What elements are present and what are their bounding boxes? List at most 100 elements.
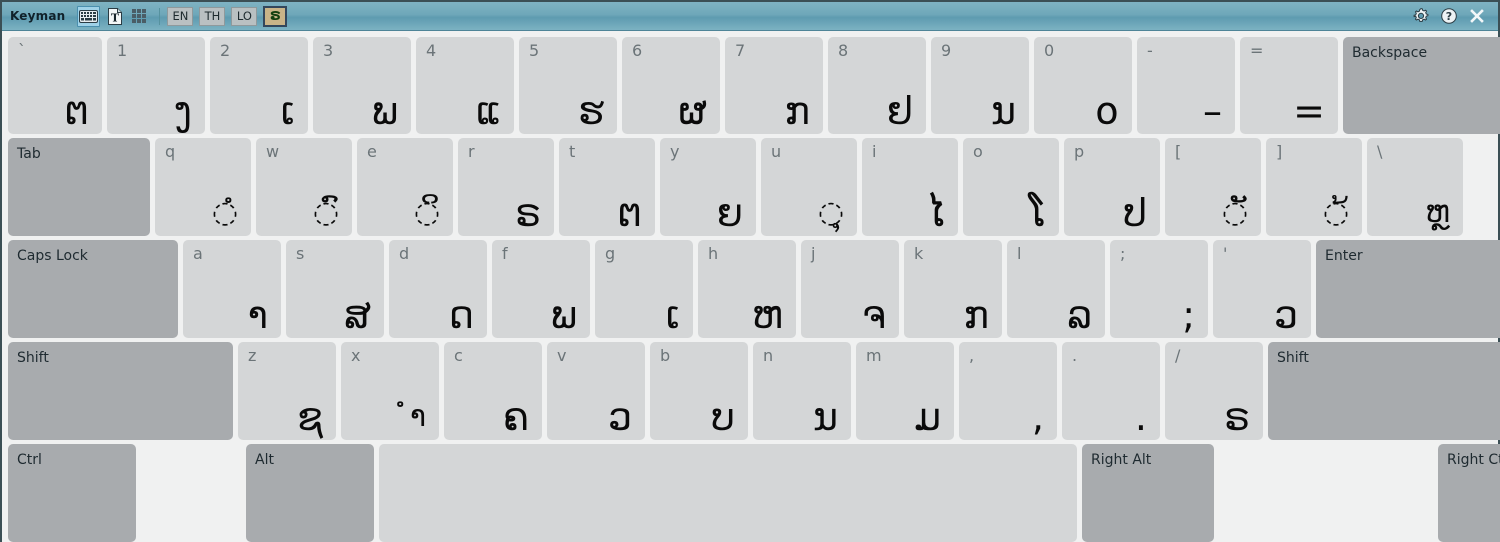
shift-row: Shift z ຊ xໍາ c ຄ v ວ b ບ n ນ m ມ,,.. / ຣ Shift xyxy=(8,342,1500,440)
key-space[interactable]: = = xyxy=(1240,37,1338,134)
key-a[interactable]: aາ xyxy=(183,240,281,338)
key-s[interactable]: sສ xyxy=(286,240,384,338)
key-alt[interactable]: Alt xyxy=(246,444,374,542)
key-5[interactable]: 5ຮ xyxy=(519,37,617,134)
key-output-glyph: ລ xyxy=(1067,293,1092,337)
key-d[interactable]: dດ xyxy=(389,240,487,338)
key-space[interactable]: ` ຕ xyxy=(8,37,102,134)
key-output-glyph: ໂ xyxy=(1028,191,1046,235)
key-x[interactable]: xໍາ xyxy=(341,342,439,440)
key-6[interactable]: 6ຜ xyxy=(622,37,720,134)
key-ctrl[interactable]: Ctrl xyxy=(8,444,136,542)
character-map-icon[interactable] xyxy=(129,6,152,27)
key-shift[interactable]: Shift xyxy=(1268,342,1500,440)
key-q[interactable]: q ◌ໍ xyxy=(155,138,251,236)
key-4[interactable]: 4ແ xyxy=(416,37,514,134)
key-8[interactable]: 8ຢ xyxy=(828,37,926,134)
key-right-ctrl[interactable]: Right Ctrl xyxy=(1438,444,1500,542)
key-right-alt[interactable]: Right Alt xyxy=(1082,444,1214,542)
key-output-glyph: ສ xyxy=(344,293,371,337)
key-output-glyph: ວ xyxy=(607,395,632,439)
key-space[interactable]: .. xyxy=(1062,342,1160,440)
key-z[interactable]: zຊ xyxy=(238,342,336,440)
key-cap-label: z xyxy=(248,346,257,365)
keyman-onscreen-keyboard-window: Keyman T EN TH LO ຣ ? ` ຕ 1 ງ 2 ເ 3 ພ 4 … xyxy=(0,0,1500,542)
key-f[interactable]: fພ xyxy=(492,240,590,338)
key-g[interactable]: gເ xyxy=(595,240,693,338)
key-caps-lock[interactable]: Caps Lock xyxy=(8,240,178,338)
key-output-glyph: . xyxy=(1134,395,1147,439)
key-cap-label: q xyxy=(165,142,176,161)
key-cap-label: j xyxy=(811,244,816,263)
key-r[interactable]: rຣ xyxy=(458,138,554,236)
key-cap-label: ] xyxy=(1276,142,1283,161)
key-e[interactable]: e ◌ິ xyxy=(357,138,453,236)
key-b[interactable]: bບ xyxy=(650,342,748,440)
key-u[interactable]: u ◌ຸ xyxy=(761,138,857,236)
key-output-glyph: ຈ xyxy=(862,293,886,337)
key-cap-label: t xyxy=(569,142,576,161)
key-j[interactable]: jຈ xyxy=(801,240,899,338)
key-space[interactable]: ;; xyxy=(1110,240,1208,338)
key-w[interactable]: w ◌ົ xyxy=(256,138,352,236)
lang-lao-script-button[interactable]: ຣ xyxy=(263,5,288,27)
key-space[interactable]: ] ◌້ xyxy=(1266,138,1362,236)
key-y[interactable]: yຍ xyxy=(660,138,756,236)
key-output-glyph: ໄ xyxy=(926,191,945,235)
key-cap-label: w xyxy=(266,142,280,161)
key-2[interactable]: 2ເ xyxy=(210,37,308,134)
key-v[interactable]: vວ xyxy=(547,342,645,440)
key-cap-label: Ctrl xyxy=(17,452,42,468)
key-m[interactable]: mມ xyxy=(856,342,954,440)
key-i[interactable]: iໄ xyxy=(862,138,958,236)
key-9[interactable]: 9ນ xyxy=(931,37,1029,134)
key-tab[interactable]: Tab xyxy=(8,138,150,236)
key-cap-label: y xyxy=(670,142,680,161)
key-c[interactable]: cຄ xyxy=(444,342,542,440)
text-document-icon[interactable]: T xyxy=(103,6,126,27)
lang-th-button[interactable]: TH xyxy=(199,6,226,26)
key-space[interactable]: / ຣ xyxy=(1165,342,1263,440)
key-h[interactable]: hຫ xyxy=(698,240,796,338)
key-cap-label: ` xyxy=(18,41,26,60)
key-cap-label: x xyxy=(351,346,361,365)
key-1[interactable]: 1ງ xyxy=(107,37,205,134)
key-cap-label: Shift xyxy=(1277,350,1309,366)
key-k[interactable]: kກ xyxy=(904,240,1002,338)
key-p[interactable]: pປ xyxy=(1064,138,1160,236)
key-space[interactable]: ' ວ xyxy=(1213,240,1311,338)
help-button[interactable]: ? xyxy=(1436,4,1462,28)
key-cap-label: Tab xyxy=(17,146,41,162)
key-enter[interactable]: Enter xyxy=(1316,240,1500,338)
key-cap-label: l xyxy=(1017,244,1022,263)
close-button[interactable] xyxy=(1464,4,1490,28)
key-cap-label: 9 xyxy=(941,41,952,60)
key-space[interactable]: \ ຫຼ xyxy=(1367,138,1463,236)
settings-button[interactable] xyxy=(1408,4,1434,28)
key-output-glyph: ຍ xyxy=(716,191,743,235)
key-output-glyph: ຫ xyxy=(751,293,783,337)
key-cap-label: 3 xyxy=(323,41,334,60)
key-t[interactable]: tຕ xyxy=(559,138,655,236)
title-bar: Keyman T EN TH LO ຣ ? xyxy=(2,2,1498,31)
key-space[interactable]: - – xyxy=(1137,37,1235,134)
lang-lo-button[interactable]: LO xyxy=(231,6,258,26)
document-glyph: T xyxy=(107,7,122,25)
key-n[interactable]: nນ xyxy=(753,342,851,440)
key-cap-label: = xyxy=(1250,41,1264,60)
key-cap-label: 7 xyxy=(735,41,746,60)
key-space[interactable]: [◌ັ xyxy=(1165,138,1261,236)
key-backspace[interactable]: Backspace xyxy=(1343,37,1500,134)
key-space[interactable] xyxy=(379,444,1077,542)
key-o[interactable]: oໂ xyxy=(963,138,1059,236)
key-0[interactable]: 0໐ xyxy=(1034,37,1132,134)
onscreen-keyboard-icon[interactable] xyxy=(77,5,101,27)
lang-en-button[interactable]: EN xyxy=(167,6,194,26)
key-shift[interactable]: Shift xyxy=(8,342,233,440)
key-cap-label: 5 xyxy=(529,41,540,60)
key-7[interactable]: 7ກ xyxy=(725,37,823,134)
key-space[interactable]: ,, xyxy=(959,342,1057,440)
key-3[interactable]: 3ພ xyxy=(313,37,411,134)
tab-row: Tab q ◌ໍ w ◌ົ e ◌ິ r ຣ t ຕ y ຍ u ◌ຸ i ໄ o ໂ p ປ[◌ັ] ◌້ \ ຫຼ xyxy=(8,138,1492,236)
key-l[interactable]: lລ xyxy=(1007,240,1105,338)
